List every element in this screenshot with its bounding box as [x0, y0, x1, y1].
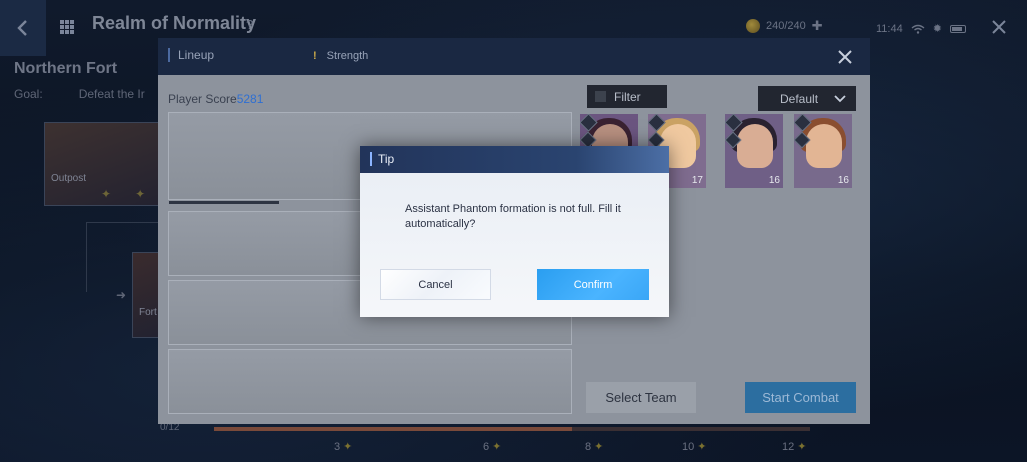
slot-progress: [169, 201, 279, 204]
milestone[interactable]: 12 ✦: [782, 440, 807, 454]
goal-text: Defeat the Ir: [78, 87, 145, 101]
filter-label: Filter: [614, 89, 641, 104]
milestone-value: 12: [782, 440, 795, 453]
character-card[interactable]: 16: [794, 114, 852, 188]
start-combat-button[interactable]: Start Combat: [745, 382, 856, 413]
tip-title: Tip: [370, 152, 394, 166]
stage-label: Outpost: [51, 173, 87, 184]
stamina-value: 240/240: [766, 20, 806, 32]
close-icon: [838, 50, 852, 64]
tip-dialog: Tip Assistant Phantom formation is not f…: [360, 146, 669, 317]
star-icon: ✦: [492, 441, 502, 453]
filter-checkbox: [595, 91, 606, 102]
tip-message: Assistant Phantom formation is not full.…: [405, 203, 621, 230]
star-icon: ✦: [135, 187, 146, 201]
select-team-button[interactable]: Select Team: [586, 382, 696, 413]
star-icon: ✦: [101, 187, 112, 201]
stage-stars: ✦ ✦: [101, 187, 145, 201]
brightness-icon: ✹: [932, 23, 942, 35]
milestone[interactable]: 6 ✦: [483, 440, 502, 454]
confirm-button[interactable]: Confirm: [537, 269, 649, 300]
filter-button[interactable]: Filter: [587, 85, 667, 108]
chevron-down-icon: [834, 94, 846, 102]
strength-label: Strength: [326, 50, 369, 62]
add-stamina-icon[interactable]: ✚: [812, 18, 823, 34]
back-button[interactable]: [0, 0, 46, 56]
tip-header: Tip: [360, 146, 669, 173]
player-score: Player Score5281: [168, 92, 263, 106]
milestone[interactable]: 10 ✦: [682, 440, 707, 454]
milestone-value: 10: [682, 440, 695, 453]
star-icon: ✦: [797, 441, 807, 453]
stage-card-outpost[interactable]: Outpost ✦ ✦: [44, 122, 162, 206]
player-score-label: Player Score: [168, 92, 237, 106]
star-icon: ✦: [697, 441, 707, 453]
character-level: 17: [691, 175, 703, 186]
map-connector: [86, 222, 87, 292]
character-face: [737, 124, 773, 168]
system-status: 11:44 ✹: [876, 22, 966, 35]
progress-fill: [214, 427, 572, 431]
character-level: 16: [837, 175, 849, 186]
progress-bar: [214, 427, 810, 431]
close-lineup-button[interactable]: [830, 42, 860, 72]
milestone-value: 3: [334, 440, 341, 453]
stamina-counter[interactable]: 240/240 ✚: [746, 18, 823, 34]
milestone[interactable]: 3 ✦: [334, 440, 353, 454]
realm-title: Realm of Normality: [92, 13, 257, 33]
formation-slot[interactable]: [168, 349, 572, 414]
battery-icon: [949, 24, 966, 33]
star-icon: ✦: [594, 441, 604, 453]
strength-indicator[interactable]: ! Strength: [313, 50, 368, 62]
stage-label: Fort: [139, 307, 157, 318]
sort-dropdown[interactable]: Default: [758, 86, 856, 111]
tab-lineup[interactable]: Lineup: [168, 48, 214, 62]
character-level: 16: [768, 175, 780, 186]
milestone-value: 8: [585, 440, 592, 453]
exit-button[interactable]: [984, 12, 1014, 42]
goal-row: Goal: Defeat the Ir: [14, 87, 145, 101]
player-score-value: 5281: [236, 92, 264, 106]
arrow-right-icon: ➜: [116, 288, 127, 302]
close-icon: [992, 20, 1006, 34]
milestone-value: 6: [483, 440, 490, 453]
sort-label: Default: [780, 91, 819, 106]
stamina-icon: [746, 19, 760, 33]
wifi-icon: [911, 24, 925, 34]
chevron-left-icon: [17, 20, 27, 36]
goal-label: Goal:: [14, 87, 43, 101]
grid-icon: [60, 20, 74, 34]
character-card[interactable]: 16: [725, 114, 783, 188]
menu-grid-button[interactable]: [52, 12, 82, 42]
fort-title: Northern Fort: [14, 60, 118, 77]
map-connector: [86, 222, 166, 223]
star-icon: ✦: [343, 441, 353, 453]
character-face: [806, 124, 842, 168]
cancel-button[interactable]: Cancel: [380, 269, 491, 300]
milestone[interactable]: 8 ✦: [585, 440, 604, 454]
warning-icon: !: [313, 50, 317, 62]
lineup-header: Lineup ! Strength: [158, 38, 870, 75]
help-icon[interactable]: ?: [246, 17, 253, 32]
clock-text: 11:44: [876, 22, 903, 35]
